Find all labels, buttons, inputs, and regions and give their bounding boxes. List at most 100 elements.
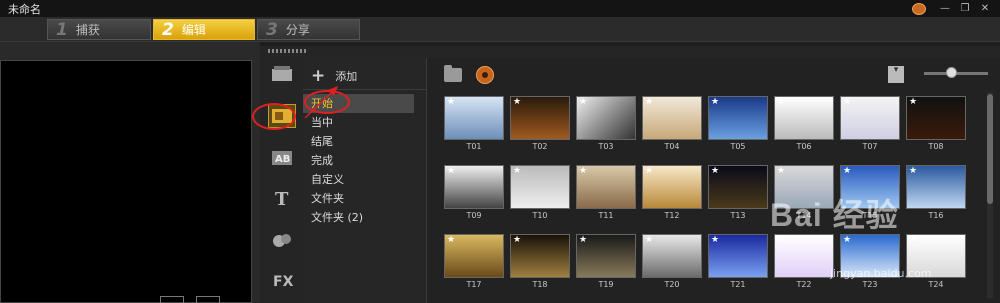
transition-thumbnail[interactable]: T13	[708, 165, 768, 220]
thumbnail-image	[906, 96, 966, 140]
thumbnail-image	[774, 234, 834, 278]
filter-fx-icon[interactable]: FX	[268, 268, 296, 292]
sort-icon[interactable]: ▾	[888, 66, 904, 83]
thumbnail-label: T02	[532, 142, 548, 151]
annotation-circle	[252, 103, 296, 130]
tab-label: 编辑	[181, 23, 206, 37]
svg-text:T: T	[275, 189, 289, 208]
thumbnail-toolbar	[444, 65, 494, 84]
thumbnail-label: T11	[598, 211, 614, 220]
tab-number: 2	[162, 19, 174, 40]
thumbnail-image	[444, 234, 504, 278]
thumbnail-image	[906, 165, 966, 209]
thumbnail-label: T07	[862, 142, 878, 151]
thumbnail-image	[510, 234, 570, 278]
thumbnail-image	[444, 96, 504, 140]
thumbnail-image	[576, 96, 636, 140]
thumbnail-label: T12	[664, 211, 680, 220]
transition-thumbnail[interactable]: T05	[708, 96, 768, 151]
transition-thumbnail[interactable]: T19	[576, 234, 636, 289]
step-tab-bar: 1 捕获 2 编辑 3 分享	[0, 17, 1000, 42]
svg-text:FX: FX	[273, 274, 293, 289]
text-title-icon[interactable]: T	[268, 186, 296, 210]
thumbnail-image	[774, 96, 834, 140]
tab-capture[interactable]: 1 捕获	[47, 19, 151, 40]
player-control-button[interactable]	[160, 296, 184, 303]
thumbnail-label: T03	[598, 142, 614, 151]
category-item-complete[interactable]: 完成	[303, 151, 427, 170]
watermark-brand: Bai 经验	[770, 197, 899, 233]
library-media-type-bar: AB T FX	[264, 58, 300, 303]
thumbnail-label: T13	[730, 211, 746, 220]
thumbnail-image	[708, 96, 768, 140]
app-logo-icon	[912, 2, 926, 15]
category-item-folder[interactable]: 文件夹	[303, 189, 427, 208]
thumbnail-image	[642, 165, 702, 209]
annotation-arrow	[304, 86, 338, 119]
thumbnail-label: T17	[466, 280, 482, 289]
thumbnail-image	[708, 165, 768, 209]
tab-number: 1	[56, 19, 68, 40]
transition-thumbnail[interactable]: T22	[774, 234, 834, 289]
transition-thumbnail[interactable]: T18	[510, 234, 570, 289]
watermark-url: jingyan.baidu.com	[830, 267, 932, 280]
window-controls: — ❐ ✕	[912, 0, 1000, 17]
transition-thumbnail[interactable]: T24	[906, 234, 966, 289]
thumbnail-label: T21	[730, 280, 746, 289]
transition-thumbnail[interactable]: T08	[906, 96, 966, 151]
thumbnail-label: T24	[928, 280, 944, 289]
tab-label: 分享	[285, 23, 310, 37]
transition-thumbnail[interactable]: T06	[774, 96, 834, 151]
category-item-custom[interactable]: 自定义	[303, 170, 427, 189]
thumbnail-label: T08	[928, 142, 944, 151]
player-controls	[160, 296, 220, 303]
category-item-folder-2[interactable]: 文件夹 (2)	[303, 208, 427, 227]
thumbnail-label: T16	[928, 211, 944, 220]
thumbnail-image	[510, 96, 570, 140]
thumbnail-image	[444, 165, 504, 209]
transition-thumbnail[interactable]: T01	[444, 96, 504, 151]
graphics-icon[interactable]	[268, 228, 296, 252]
transition-thumbnail[interactable]: T23	[840, 234, 900, 289]
minimize-icon[interactable]: —	[938, 3, 952, 15]
transition-thumbnail[interactable]: T10	[510, 165, 570, 220]
scrollbar-thumb[interactable]	[987, 94, 993, 204]
thumbnail-image	[510, 165, 570, 209]
window-title: 未命名	[8, 2, 41, 16]
transition-thumbnail[interactable]: T04	[642, 96, 702, 151]
transition-thumbnail[interactable]: T02	[510, 96, 570, 151]
preview-window	[0, 60, 252, 303]
thumbnail-label: T09	[466, 211, 482, 220]
video-library-icon[interactable]	[268, 62, 296, 86]
slider-knob[interactable]	[946, 67, 957, 78]
folder-icon[interactable]	[444, 65, 462, 82]
close-icon[interactable]: ✕	[978, 3, 992, 15]
thumbnail-label: T06	[796, 142, 812, 151]
drag-handle[interactable]	[268, 49, 308, 53]
thumbnail-image	[708, 234, 768, 278]
transition-thumbnail[interactable]: T03	[576, 96, 636, 151]
tab-share[interactable]: 3 分享	[257, 19, 360, 40]
thumbnail-label: T22	[796, 280, 812, 289]
restore-icon[interactable]: ❐	[958, 3, 972, 15]
svg-text:AB: AB	[275, 154, 290, 165]
thumbnail-image	[642, 96, 702, 140]
transition-thumbnail[interactable]: T21	[708, 234, 768, 289]
title-overlay-icon[interactable]: AB	[268, 146, 296, 170]
transition-thumbnail[interactable]: T11	[576, 165, 636, 220]
transition-thumbnail[interactable]: T09	[444, 165, 504, 220]
thumbnail-image	[576, 165, 636, 209]
thumbnail-image	[642, 234, 702, 278]
transition-thumbnail[interactable]: T17	[444, 234, 504, 289]
player-control-button[interactable]	[196, 296, 220, 303]
film-reel-icon[interactable]	[476, 66, 494, 84]
thumbnail-label: T23	[862, 280, 878, 289]
transition-thumbnail[interactable]: T07	[840, 96, 900, 151]
transition-thumbnail[interactable]: T16	[906, 165, 966, 220]
transition-thumbnail[interactable]: T20	[642, 234, 702, 289]
tab-edit[interactable]: 2 编辑	[153, 19, 255, 40]
transition-thumbnail[interactable]: T12	[642, 165, 702, 220]
thumbnail-label: T04	[664, 142, 680, 151]
category-item-end[interactable]: 结尾	[303, 132, 427, 151]
title-bar: 未命名 — ❐ ✕	[0, 0, 1000, 17]
